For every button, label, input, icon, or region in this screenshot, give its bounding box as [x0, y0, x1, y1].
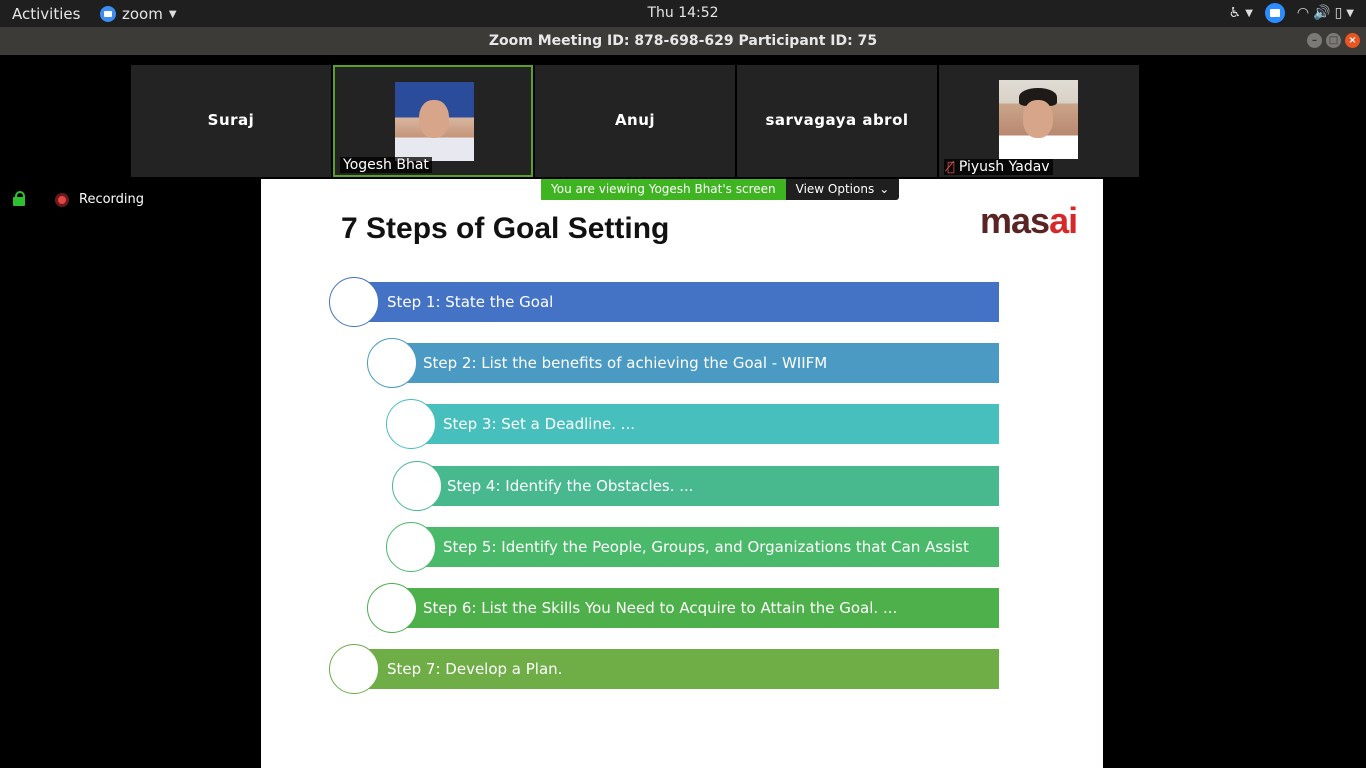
record-icon [55, 192, 69, 207]
face-image [419, 100, 449, 138]
close-button[interactable]: × [1345, 33, 1360, 48]
status-menu[interactable]: ◠ 🔊 ▯ ▼ [1297, 5, 1354, 21]
system-tray: ♿ ▼ ◠ 🔊 ▯ ▼ [1229, 3, 1354, 23]
participant-name: Suraj [207, 111, 255, 129]
participant-strip: Suraj Yogesh Bhat Anuj sarvagaya abrol 🎙… [131, 65, 1139, 177]
participant-tile[interactable]: Anuj [535, 65, 735, 177]
window-controls: – □ × [1307, 33, 1360, 48]
zoom-tray-icon[interactable] [1264, 3, 1285, 23]
step-label: Step 1: State the Goal [387, 293, 554, 311]
step-label: Step 3: Set a Deadline. ... [443, 415, 636, 433]
step-bar: Step 1: State the Goal [361, 282, 999, 322]
participant-tile[interactable]: Suraj [131, 65, 331, 177]
participant-name: sarvagaya abrol [765, 111, 909, 129]
accessibility-icon: ♿ [1228, 5, 1242, 21]
participant-tile[interactable]: sarvagaya abrol [737, 65, 937, 177]
participant-tile[interactable]: 🎙̸ Piyush Yadav [939, 65, 1139, 177]
participant-name: Anuj [614, 111, 656, 129]
encryption-lock-icon[interactable] [13, 191, 25, 206]
slide-title: 7 Steps of Goal Setting [341, 212, 670, 245]
app-menu-label: zoom [122, 5, 163, 23]
participant-tile-active-speaker[interactable]: Yogesh Bhat [333, 65, 533, 177]
chevron-down-icon: ▼ [1346, 7, 1354, 19]
viewing-screen-label: You are viewing Yogesh Bhat's screen [541, 179, 786, 200]
step-label: Step 5: Identify the People, Groups, and… [443, 538, 969, 556]
participant-name: Piyush Yadav [958, 159, 1050, 175]
activities-button[interactable]: Activities [12, 5, 80, 23]
masai-logo: masai [980, 200, 1078, 241]
step-bar: Step 3: Set a Deadline. ... [411, 404, 999, 444]
app-menu[interactable]: zoom ▼ [100, 5, 177, 23]
window-title: Zoom Meeting ID: 878-698-629 Participant… [488, 33, 878, 49]
step-label: Step 7: Develop a Plan. [387, 660, 563, 678]
shared-screen: 7 Steps of Goal Setting masai Step 1: St… [261, 179, 1103, 768]
chevron-down-icon: ⌄ [879, 182, 890, 196]
volume-icon: 🔊 [1313, 5, 1331, 21]
step-label: Step 4: Identify the Obstacles. ... [447, 477, 694, 495]
chevron-down-icon: ▼ [168, 8, 177, 20]
step-circle [367, 338, 417, 388]
view-options-label: View Options [795, 182, 875, 196]
chevron-down-icon: ▼ [1245, 7, 1253, 19]
participant-label: 🎙̸ Piyush Yadav [944, 159, 1053, 175]
battery-icon: ▯ [1334, 5, 1343, 21]
view-options-button[interactable]: View Options ⌄ [785, 179, 900, 200]
participant-name: Yogesh Bhat [340, 157, 432, 173]
step-circle [386, 399, 436, 449]
zoom-app-icon [100, 6, 116, 22]
maximize-button[interactable]: □ [1326, 33, 1341, 48]
minimize-button[interactable]: – [1307, 33, 1322, 48]
participant-video [999, 80, 1078, 159]
recording-label: Recording [79, 192, 145, 207]
step-circle [367, 583, 417, 633]
step-bar: Step 7: Develop a Plan. [361, 649, 999, 689]
recording-indicator[interactable]: Recording [55, 192, 144, 207]
step-bar: Step 4: Identify the Obstacles. ... [416, 466, 999, 506]
step-circle [386, 522, 436, 572]
step-bar: Step 2: List the benefits of achieving t… [393, 343, 999, 383]
step-circle [329, 277, 379, 327]
face-image [1023, 100, 1053, 138]
participant-video [395, 82, 474, 161]
window-title-bar: Zoom Meeting ID: 878-698-629 Participant… [0, 27, 1366, 55]
clock[interactable]: Thu 14:52 [0, 5, 1366, 21]
step-bar: Step 6: List the Skills You Need to Acqu… [393, 588, 999, 628]
step-label: Step 2: List the benefits of achieving t… [423, 354, 828, 372]
mic-muted-icon: 🎙̸ [947, 160, 955, 175]
wifi-icon: ◠ [1296, 5, 1310, 21]
system-top-bar: Activities zoom ▼ Thu 14:52 ♿ ▼ ◠ 🔊 ▯ ▼ [0, 0, 1366, 27]
step-circle [329, 644, 379, 694]
accessibility-menu[interactable]: ♿ ▼ [1229, 5, 1253, 21]
step-bar: Step 5: Identify the People, Groups, and… [411, 527, 999, 567]
step-label: Step 6: List the Skills You Need to Acqu… [423, 599, 898, 617]
screen-share-banner: You are viewing Yogesh Bhat's screen Vie… [541, 179, 900, 200]
step-circle [392, 461, 442, 511]
